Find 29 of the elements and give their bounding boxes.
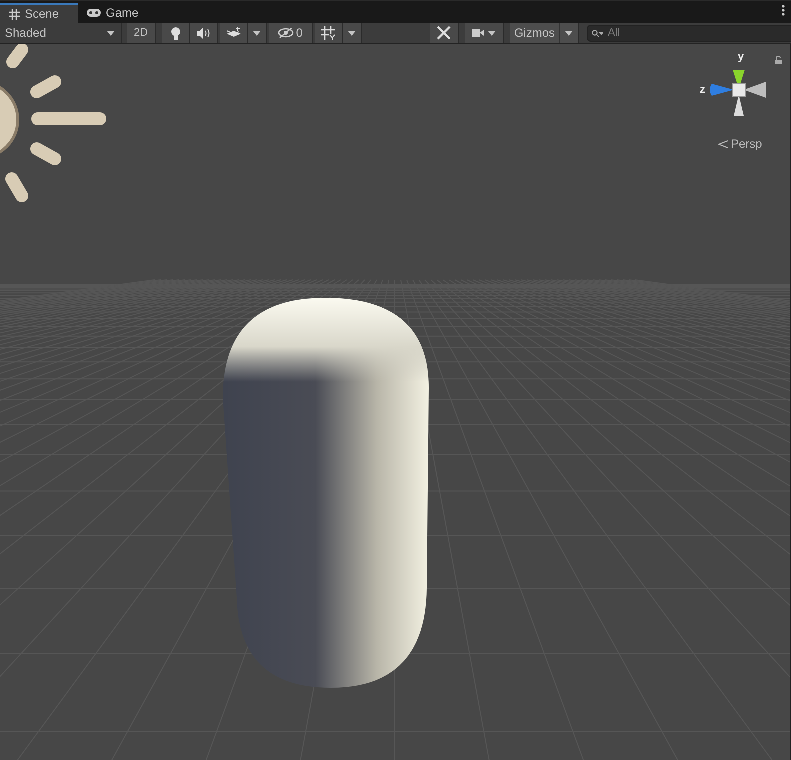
caret-icon[interactable]: [565, 30, 573, 36]
caret-icon[interactable]: [107, 30, 115, 36]
tab[interactable]: Game: [78, 3, 148, 23]
speaker-icon[interactable]: [190, 23, 218, 43]
gamepad-icon: [87, 9, 101, 17]
tab[interactable]: Scene: [0, 3, 78, 23]
caret-icon[interactable]: [343, 23, 362, 43]
hidden-objects-button[interactable]: 0: [269, 23, 314, 43]
projection-toggle[interactable]: Persp: [718, 137, 762, 151]
chevron-left-icon: [718, 140, 729, 148]
caret-icon[interactable]: [348, 30, 356, 36]
scene-viewport[interactable]: y z Persp: [0, 44, 791, 760]
video-camera-icon: [472, 29, 484, 37]
camera-dropdown[interactable]: [465, 23, 504, 43]
search-field[interactable]: All: [587, 24, 791, 42]
caret-icon[interactable]: [253, 30, 262, 36]
more-options-icon[interactable]: [782, 4, 785, 16]
gizmos-dropdown[interactable]: Gizmos: [510, 23, 579, 43]
grid-snap-icon[interactable]: [315, 23, 344, 43]
axis-label: z: [700, 84, 706, 96]
toggle-2d-button[interactable]: 2D: [127, 23, 156, 43]
eye-slash-icon: [278, 28, 294, 38]
caret-icon[interactable]: [248, 23, 268, 43]
lightbulb-icon[interactable]: [162, 23, 190, 43]
caret-icon[interactable]: [488, 30, 496, 36]
axis-label: y: [738, 51, 744, 63]
grid-icon: [9, 8, 20, 20]
lock-icon[interactable]: [775, 56, 782, 64]
layers-icon[interactable]: [220, 23, 248, 43]
